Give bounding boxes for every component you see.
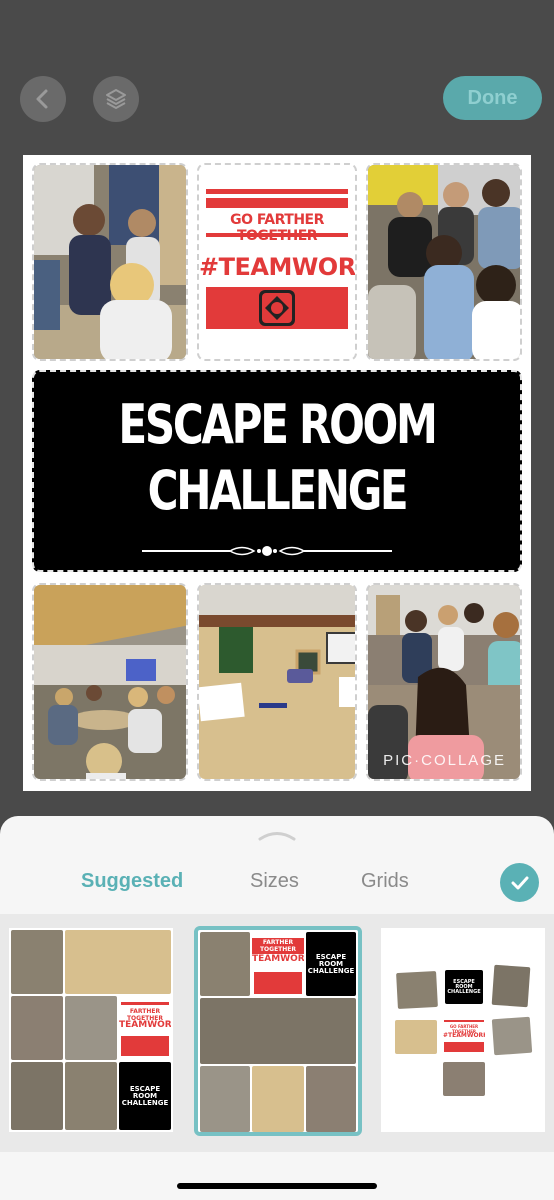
collage-photo-2[interactable] — [366, 163, 522, 361]
mini-photo — [200, 998, 356, 1064]
back-button[interactable] — [20, 76, 66, 122]
mini-banner: FARTHER TOGETHER TEAMWORK — [252, 932, 304, 996]
photo-classroom-group — [34, 165, 186, 359]
teamwork-banner[interactable]: GO FARTHER TOGETHER #TEAMWORK — [197, 163, 357, 361]
mini-title-card: ESCAPE ROOM CHALLENGE — [445, 970, 483, 1004]
piccollage-watermark: PIC·COLLAGE — [383, 752, 506, 769]
collage-canvas[interactable]: GO FARTHER TOGETHER #TEAMWORK — [23, 155, 531, 791]
mini-photo — [11, 996, 63, 1060]
layout-sheet: Suggested Sizes Grids FARTHER TOGETHER T… — [0, 816, 554, 1200]
banner-hashtag: #TEAMWORK — [199, 253, 357, 281]
banner-stripe — [206, 198, 348, 208]
mini-photo — [65, 930, 171, 994]
mini-photo — [65, 996, 117, 1060]
collage-photo-5[interactable]: PIC·COLLAGE — [366, 583, 522, 781]
mini-photo — [443, 1062, 485, 1096]
banner-tagline: GO FARTHER TOGETHER — [230, 212, 324, 244]
top-toolbar: Done — [0, 0, 554, 150]
layers-icon — [106, 89, 126, 109]
layout-thumbnails: FARTHER TOGETHER TEAMWORK ESCAPE ROOM CH… — [0, 914, 554, 1152]
mini-photo — [395, 1020, 437, 1054]
mini-banner: FARTHER TOGETHER TEAMWORK — [119, 996, 171, 1060]
done-button[interactable]: Done — [443, 76, 542, 120]
title-line-2: CHALLENGE — [147, 459, 409, 522]
mini-photo — [396, 970, 438, 1010]
home-indicator[interactable] — [177, 1183, 377, 1189]
layout-option-2-selected[interactable]: FARTHER TOGETHER TEAMWORK ESCAPE ROOM CH… — [194, 926, 362, 1136]
mini-title-card: ESCAPE ROOM CHALLENGE — [119, 1062, 171, 1130]
sheet-handle-chevron-up-icon[interactable] — [257, 828, 297, 842]
chevron-left-icon — [36, 89, 48, 109]
escape-room-title-card[interactable]: ESCAPE ROOM CHALLENGE — [32, 370, 522, 572]
title-line-1: ESCAPE ROOM — [118, 393, 437, 456]
mini-banner: GO FARTHER TOGETHER #TEAMWORK — [443, 1018, 485, 1054]
photo-library-room — [34, 585, 186, 779]
mini-photo — [11, 1062, 63, 1130]
school-logo-icon — [259, 290, 295, 326]
tab-grids[interactable]: Grids — [361, 870, 409, 893]
banner-stripe — [206, 189, 348, 194]
layout-option-3[interactable]: ESCAPE ROOM CHALLENGE GO FARTHER TOGETHE… — [381, 928, 545, 1132]
mini-photo — [491, 1016, 533, 1056]
collage-photo-4[interactable] — [197, 583, 357, 781]
layers-button[interactable] — [93, 76, 139, 122]
collage-photo-3[interactable] — [32, 583, 188, 781]
tab-suggested[interactable]: Suggested — [81, 870, 183, 893]
photo-teachers-huddle — [368, 165, 520, 359]
mini-photo — [491, 964, 531, 1008]
tab-sizes[interactable]: Sizes — [250, 870, 299, 893]
mini-photo — [306, 1066, 356, 1132]
mini-photo — [200, 1066, 250, 1132]
photo-puzzle-table — [199, 585, 355, 779]
checkmark-icon — [511, 876, 528, 889]
mini-title-card: ESCAPE ROOM CHALLENGE — [306, 932, 356, 996]
mini-photo — [65, 1062, 117, 1130]
mini-photo — [11, 930, 63, 994]
banner-stripe — [206, 233, 348, 237]
collage-photo-1[interactable] — [32, 163, 188, 361]
confirm-button[interactable] — [500, 863, 539, 902]
ornament-divider-icon — [142, 546, 392, 556]
mini-photo — [252, 1066, 304, 1132]
layout-option-1[interactable]: FARTHER TOGETHER TEAMWORK ESCAPE ROOM CH… — [9, 928, 173, 1132]
mini-photo — [200, 932, 250, 996]
